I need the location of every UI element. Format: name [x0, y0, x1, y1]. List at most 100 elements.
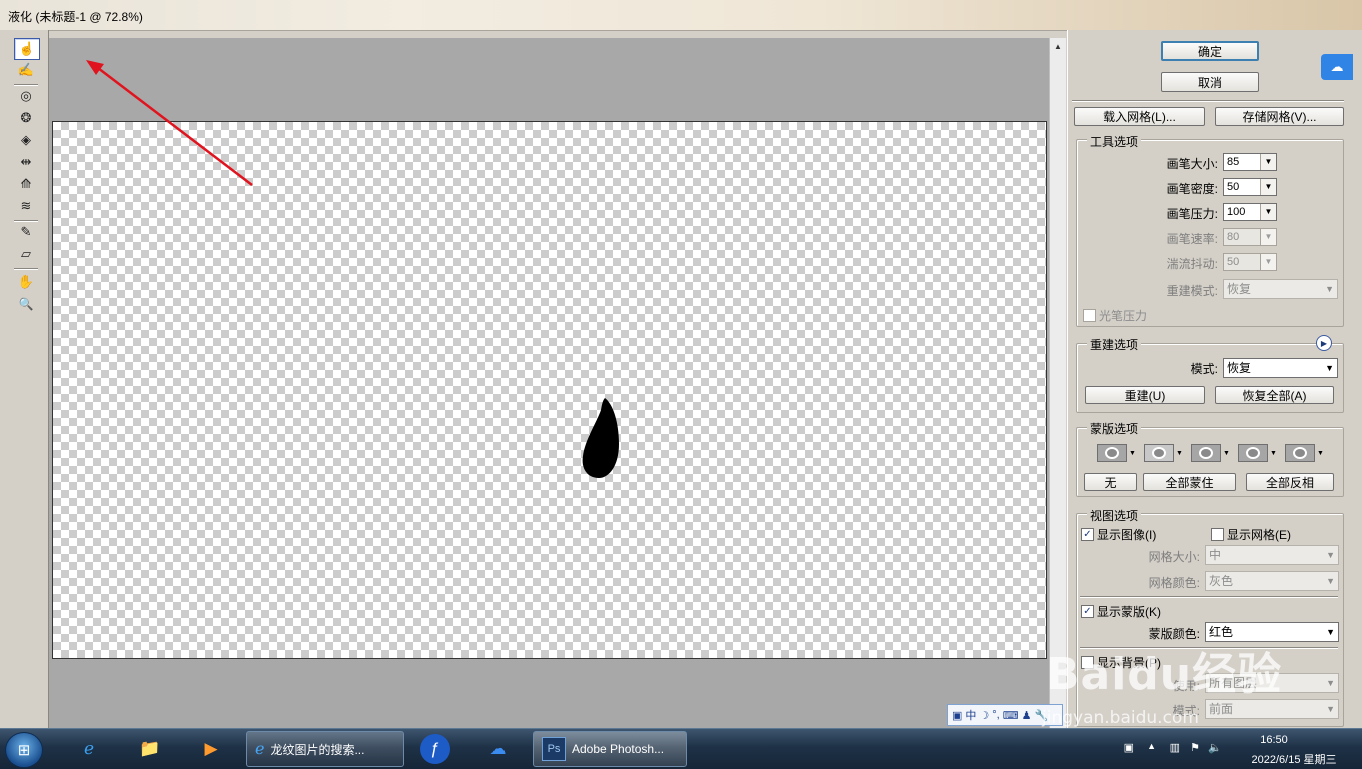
divider — [1080, 596, 1338, 598]
baidu-watermark: Baidu经验 — [1046, 649, 1283, 700]
dropdown-arrow-icon[interactable]: ▼ — [1317, 450, 1324, 457]
document-canvas[interactable] — [52, 121, 1047, 659]
reconstruct-mode-label: 模式: — [1190, 362, 1218, 376]
chevron-down-icon[interactable]: ▼ — [1326, 623, 1335, 641]
dropdown-arrow-icon[interactable]: ▼ — [1270, 450, 1277, 457]
mask-subtract-icon — [1199, 447, 1213, 459]
play-circle-icon[interactable]: ▶ — [1316, 335, 1332, 351]
mask-invert-icon — [1293, 447, 1307, 459]
dropdown-arrow-icon[interactable]: ▼ — [1260, 204, 1276, 220]
mesh-size-label: 网格大小: — [1148, 550, 1200, 564]
window-title: 液化 (未标题-1 @ 72.8%) — [8, 10, 143, 24]
internet-explorer-icon[interactable]: ℯ — [72, 733, 106, 765]
ok-button[interactable]: 确定 — [1161, 41, 1259, 61]
tool-divider — [14, 268, 38, 270]
backdrop-mode-select: 前面 ▼ — [1205, 699, 1339, 719]
show-mask-checkbox[interactable]: ✓ 显示蒙版(K) — [1081, 603, 1161, 620]
flag-icon[interactable]: ⚑ — [1190, 741, 1200, 754]
taskbar-item-photoshop[interactable]: Ps Adobe Photosh... — [533, 731, 687, 767]
baidu-netdisk-float-icon[interactable]: ☁ — [1321, 54, 1353, 80]
dropdown-arrow-icon: ▼ — [1260, 254, 1276, 270]
twirl-tool-icon[interactable]: ◎ — [14, 86, 38, 106]
dropdown-arrow-icon[interactable]: ▼ — [1129, 450, 1136, 457]
ime-logo-icon[interactable]: ▣ — [952, 709, 962, 722]
mask-subtract-button[interactable] — [1191, 444, 1221, 462]
internet-explorer-icon: ℯ — [255, 741, 265, 758]
show-hidden-icons-icon[interactable]: ▲ — [1147, 741, 1156, 751]
restore-all-button[interactable]: 恢复全部(A) — [1215, 386, 1334, 404]
mirror-tool-icon[interactable]: ⟰ — [14, 174, 38, 194]
forward-warp-tool-icon[interactable]: ☝ — [14, 38, 40, 60]
view-options-legend: 视图选项 — [1087, 507, 1142, 524]
mask-all-button[interactable]: 全部蒙住 — [1143, 473, 1236, 491]
hand-tool-icon[interactable]: ✋ — [14, 272, 38, 292]
title-bar: 液化 (未标题-1 @ 72.8%) — [0, 0, 1362, 31]
media-player-icon[interactable]: ▶ — [194, 733, 228, 765]
mask-invert-button[interactable] — [1285, 444, 1315, 462]
mask-replace-icon — [1105, 447, 1119, 459]
reconstruct-button[interactable]: 重建(U) — [1085, 386, 1205, 404]
dropdown-arrow-icon: ▼ — [1260, 229, 1276, 245]
mask-add-icon — [1152, 447, 1166, 459]
file-explorer-folder-icon[interactable]: 📁 — [133, 733, 167, 765]
freeze-mask-tool-icon[interactable]: ✎ — [14, 222, 38, 242]
brush-size-input[interactable]: 85 ▼ — [1223, 153, 1277, 171]
start-button-windows-icon[interactable]: ⊞ — [5, 732, 43, 768]
punctuation-icon[interactable]: °, — [992, 709, 999, 721]
stylus-pressure-checkbox: 光笔压力 — [1083, 307, 1147, 324]
zoom-tool-icon[interactable]: 🔍 — [14, 294, 38, 314]
checkmark-icon: ✓ — [1081, 528, 1094, 541]
brush-rate-input: 80 ▼ — [1223, 228, 1277, 246]
user-icon[interactable]: ♟ — [1022, 709, 1032, 722]
half-width-icon[interactable]: ☽ — [979, 709, 989, 722]
chevron-down-icon: ▼ — [1326, 704, 1335, 714]
dropdown-arrow-icon[interactable]: ▼ — [1176, 450, 1183, 457]
taskbar: ⊞ ℯ 📁 ▶ ℯ 龙纹图片的搜索... ƒ ☁ Ps Adobe Photos… — [0, 728, 1362, 769]
scroll-up-icon[interactable]: ▲ — [1054, 42, 1062, 51]
dropdown-arrow-icon[interactable]: ▼ — [1260, 154, 1276, 170]
clock-date[interactable]: 2022/6/15 星期三 — [1234, 751, 1354, 767]
cancel-button[interactable]: 取消 — [1161, 72, 1259, 92]
reconstruct-tool-icon[interactable]: ✍ — [14, 60, 38, 80]
brush-pressure-input[interactable]: 100 ▼ — [1223, 203, 1277, 221]
show-mesh-checkbox[interactable]: 显示网格(E) — [1211, 526, 1291, 543]
keyboard-icon[interactable]: ⌨ — [1003, 709, 1019, 722]
bloat-tool-icon[interactable]: ◈ — [14, 130, 38, 150]
chevron-down-icon[interactable]: ▼ — [1325, 359, 1334, 377]
turbulent-jitter-label: 湍流抖动: — [1166, 257, 1218, 271]
reconstruct-mode-dropdown[interactable]: 恢复 ▼ — [1223, 358, 1338, 378]
save-mesh-button[interactable]: 存储网格(V)... — [1215, 107, 1344, 126]
taskbar-item-browser[interactable]: ℯ 龙纹图片的搜索... — [246, 731, 404, 767]
dropdown-arrow-icon[interactable]: ▼ — [1260, 179, 1276, 195]
push-left-tool-icon[interactable]: ⇹ — [14, 152, 38, 172]
liquify-toolbar: ☝ ✍ ◎ ❂ ◈ ⇹ ⟰ ≋ ✎ ▱ ✋ 🔍 — [0, 30, 49, 728]
tool-options-legend: 工具选项 — [1087, 133, 1142, 150]
mask-none-button[interactable]: 无 — [1084, 473, 1137, 491]
mask-replace-button[interactable] — [1097, 444, 1127, 462]
turbulent-jitter-input: 50 ▼ — [1223, 253, 1277, 271]
mesh-size-select: 中 ▼ — [1205, 545, 1339, 565]
brush-density-input[interactable]: 50 ▼ — [1223, 178, 1277, 196]
checkmark-icon: ✓ — [1081, 605, 1094, 618]
turbulence-tool-icon[interactable]: ≋ — [14, 196, 38, 216]
vertical-scrollbar[interactable]: ▲ — [1049, 38, 1066, 728]
ime-language[interactable]: 中 — [965, 707, 976, 723]
mask-intersect-button[interactable] — [1238, 444, 1268, 462]
dropdown-arrow-icon[interactable]: ▼ — [1223, 450, 1230, 457]
clock-time[interactable]: 16:50 — [1224, 734, 1324, 746]
flash-icon[interactable]: ƒ — [420, 734, 450, 764]
pucker-tool-icon[interactable]: ❂ — [14, 108, 38, 128]
baidu-watermark-url: jingyan.baidu.com — [1042, 708, 1199, 728]
load-mesh-button[interactable]: 载入网格(L)... — [1074, 107, 1205, 126]
show-image-checkbox[interactable]: ✓ 显示图像(I) — [1081, 526, 1156, 543]
baidu-netdisk-icon[interactable]: ☁ — [481, 733, 515, 765]
invert-all-button[interactable]: 全部反相 — [1246, 473, 1334, 491]
chevron-down-icon: ▼ — [1326, 576, 1335, 586]
thaw-mask-tool-icon[interactable]: ▱ — [14, 244, 38, 264]
reconstruct-mode-label: 重建模式: — [1166, 284, 1218, 298]
reconstruct-mode-select: 恢复 ▼ — [1223, 279, 1338, 299]
volume-icon[interactable]: 🔈 — [1208, 741, 1222, 754]
network-icon[interactable]: ▥ — [1170, 741, 1180, 754]
ime-tray-icon[interactable]: ▣ — [1124, 741, 1134, 754]
mask-add-button[interactable] — [1144, 444, 1174, 462]
